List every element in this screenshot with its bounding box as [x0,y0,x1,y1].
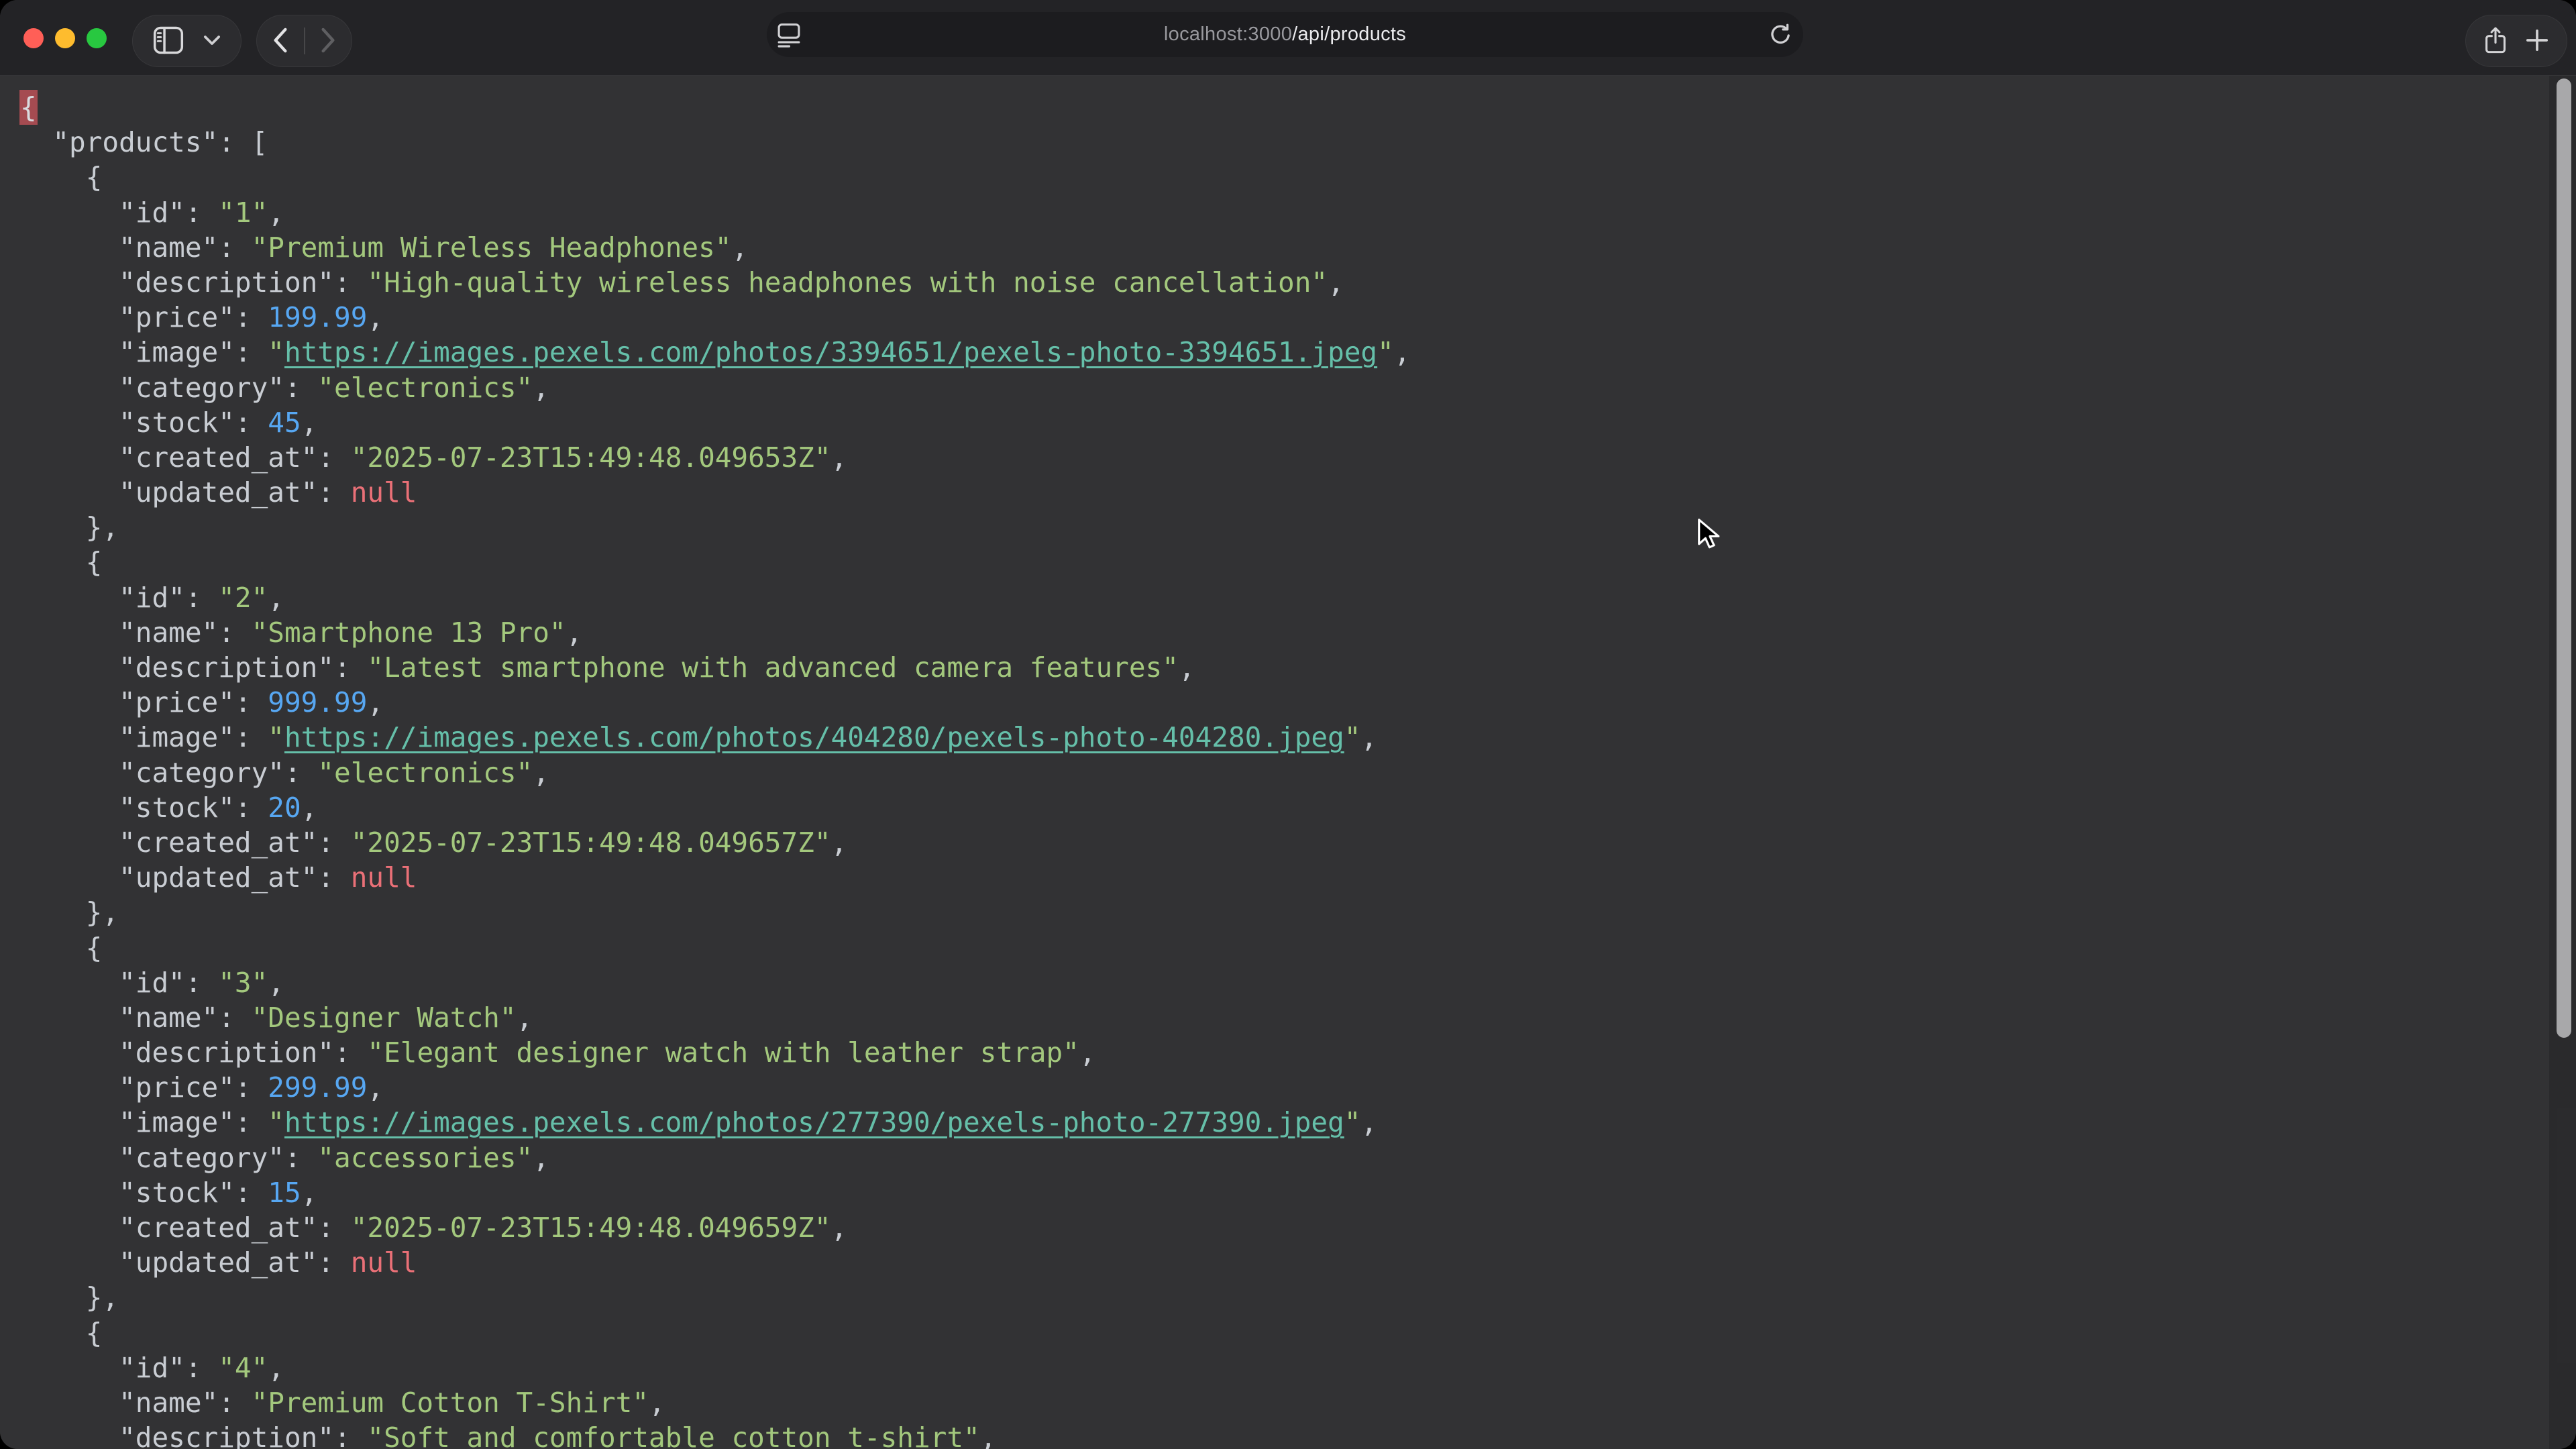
code-line: "id": "4", [19,1350,2576,1385]
traffic-lights [23,28,107,48]
browser-toolbar: localhost:3000/api/products [0,0,2576,76]
back-button[interactable] [272,28,288,55]
code-line: "id": "2", [19,580,2576,615]
code-line: "image": "https://images.pexels.com/phot… [19,720,2576,755]
code-line: "created_at": "2025-07-23T15:49:48.04965… [19,440,2576,475]
reload-button[interactable] [1768,23,1792,47]
minimize-button[interactable] [55,28,75,48]
code-line: }, [19,510,2576,545]
code-line: "category": "electronics", [19,370,2576,405]
scrollbar-thumb[interactable] [2557,78,2571,1038]
code-line: "description": "High-quality wireless he… [19,265,2576,300]
code-line: }, [19,895,2576,930]
url-path: /api/products [1292,23,1406,45]
code-line: { [19,90,2576,125]
back-icon [272,28,288,55]
scrollbar-track[interactable] [2549,76,2576,1449]
chevron-down-icon [203,35,221,48]
mouse-cursor [1696,518,1725,550]
code-line: }, [19,1280,2576,1315]
code-line: "description": "Soft and comfortable cot… [19,1420,2576,1449]
code-line: "created_at": "2025-07-23T15:49:48.04965… [19,825,2576,860]
code-line: "stock": 20, [19,790,2576,825]
plus-icon [2526,29,2548,54]
image-url-link[interactable]: https://images.pexels.com/photos/3394651… [284,336,1377,368]
json-viewer: { "products": [ { "id": "1", "name": "Pr… [0,76,2576,1449]
code-line: "image": "https://images.pexels.com/phot… [19,335,2576,370]
url-text: localhost:3000/api/products [1164,23,1406,46]
image-url-link[interactable]: https://images.pexels.com/photos/277390/… [284,1106,1344,1138]
code-line: "name": "Designer Watch", [19,1000,2576,1035]
nav-divider [304,28,305,54]
forward-button[interactable] [320,28,336,55]
code-line: "updated_at": null [19,1245,2576,1280]
code-line: "category": "electronics", [19,755,2576,790]
navigation-button-group [256,15,352,67]
close-button[interactable] [23,28,44,48]
code-line: "price": 199.99, [19,300,2576,335]
page-settings-icon[interactable] [777,22,800,48]
share-button-group [2465,15,2567,67]
image-url-link[interactable]: https://images.pexels.com/photos/404280/… [284,721,1344,753]
forward-icon [320,28,336,55]
code-line: "id": "1", [19,195,2576,230]
fullscreen-button[interactable] [87,28,107,48]
sidebar-button-group [132,15,241,67]
code-line: "description": "Latest smartphone with a… [19,650,2576,685]
sidebar-icon [153,26,184,56]
code-line: "category": "accessories", [19,1140,2576,1175]
tab-group-chevron-button[interactable] [203,35,221,48]
code-line: "updated_at": null [19,475,2576,510]
code-line: "price": 299.99, [19,1070,2576,1105]
code-line: { [19,930,2576,965]
sidebar-toggle-button[interactable] [153,26,184,56]
code-line: "updated_at": null [19,860,2576,895]
json-code: { "products": [ { "id": "1", "name": "Pr… [0,76,2576,1449]
share-icon [2484,26,2507,56]
code-line: "stock": 15, [19,1175,2576,1210]
code-line: { [19,545,2576,580]
code-line: "products": [ [19,125,2576,160]
code-line: { [19,1316,2576,1350]
code-line: "name": "Smartphone 13 Pro", [19,615,2576,650]
code-line: "created_at": "2025-07-23T15:49:48.04965… [19,1210,2576,1245]
new-tab-button[interactable] [2526,29,2548,54]
safari-window: localhost:3000/api/products [0,0,2576,1449]
code-line: "image": "https://images.pexels.com/phot… [19,1105,2576,1140]
address-bar[interactable]: localhost:3000/api/products [767,12,1803,57]
code-line: "stock": 45, [19,405,2576,440]
code-line: "name": "Premium Cotton T-Shirt", [19,1385,2576,1420]
code-line: "id": "3", [19,965,2576,1000]
url-host: localhost:3000 [1164,23,1292,45]
code-line: "price": 999.99, [19,685,2576,720]
code-line: "name": "Premium Wireless Headphones", [19,230,2576,265]
code-line: { [19,160,2576,195]
share-button[interactable] [2484,26,2507,56]
code-line: "description": "Elegant designer watch w… [19,1035,2576,1070]
